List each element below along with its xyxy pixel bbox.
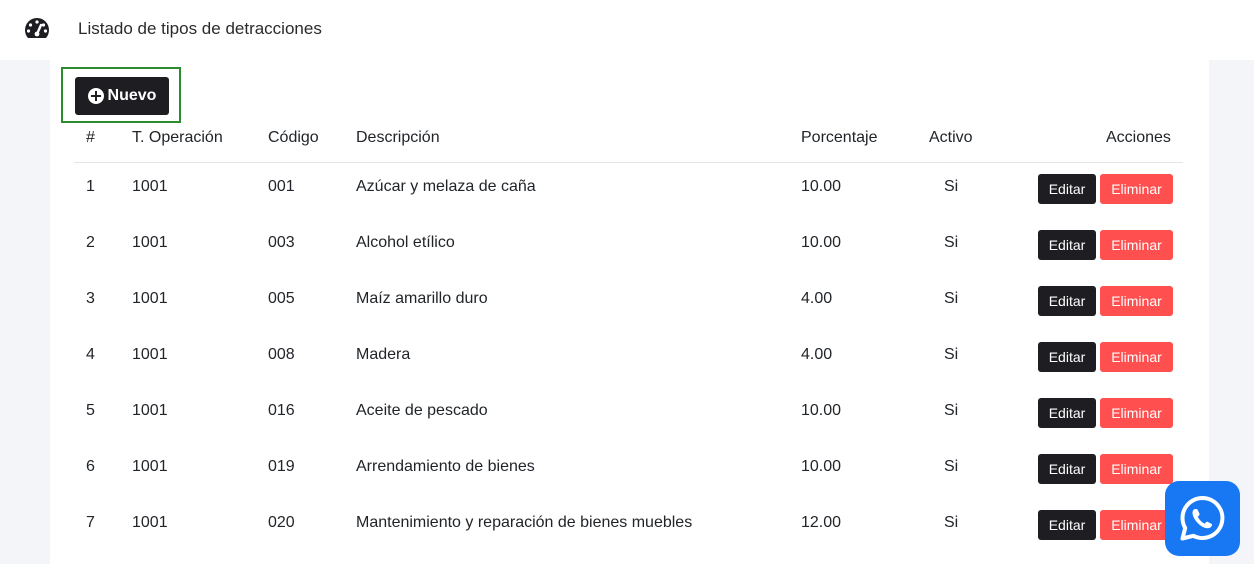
top-bar: Listado de tipos de detracciones [0, 0, 1254, 60]
column-header-operation-type: T. Operación [132, 129, 223, 146]
row-percentage: 4.00 [801, 346, 833, 363]
column-header-number: # [86, 129, 95, 146]
row-percentage: 12.00 [801, 514, 842, 531]
edit-button[interactable]: Editar [1038, 342, 1096, 372]
row-number: 7 [86, 514, 95, 531]
row-number: 3 [86, 290, 95, 307]
row-description: Alcohol etílico [356, 234, 455, 251]
delete-button[interactable]: Eliminar [1100, 342, 1173, 372]
column-header-active: Activo [929, 129, 973, 146]
row-operation-type: 1001 [132, 234, 168, 251]
column-header-percentage: Porcentaje [801, 129, 878, 146]
row-number: 4 [86, 346, 95, 363]
row-active: Si [944, 290, 959, 307]
row-operation-type: 1001 [132, 402, 168, 419]
delete-button[interactable]: Eliminar [1100, 174, 1173, 204]
delete-button[interactable]: Eliminar [1100, 230, 1173, 260]
column-header-description: Descripción [356, 129, 440, 146]
row-number: 5 [86, 402, 95, 419]
row-active: Si [944, 458, 959, 475]
delete-button[interactable]: Eliminar [1100, 286, 1173, 316]
delete-button[interactable]: Eliminar [1100, 454, 1173, 484]
row-description: Maíz amarillo duro [356, 290, 488, 307]
row-code: 003 [268, 234, 295, 251]
row-description: Mantenimiento y reparación de bienes mue… [356, 514, 693, 531]
row-percentage: 10.00 [801, 402, 842, 419]
plus-circle-icon [87, 88, 104, 104]
row-description: Madera [356, 346, 411, 363]
edit-button[interactable]: Editar [1038, 174, 1096, 204]
row-percentage: 10.00 [801, 234, 842, 251]
row-active: Si [944, 234, 959, 251]
row-code: 020 [268, 514, 295, 531]
page-title: Listado de tipos de detracciones [78, 19, 322, 38]
row-code: 008 [268, 346, 295, 363]
row-operation-type: 1001 [132, 346, 168, 363]
edit-button[interactable]: Editar [1038, 454, 1096, 484]
row-code: 001 [268, 178, 295, 195]
row-description: Arrendamiento de bienes [356, 458, 535, 475]
row-active: Si [944, 178, 959, 195]
row-percentage: 10.00 [801, 178, 842, 195]
column-header-actions: Acciones [1106, 129, 1171, 146]
delete-button[interactable]: Eliminar [1100, 510, 1173, 540]
row-number: 6 [86, 458, 95, 475]
row-active: Si [944, 346, 959, 363]
row-operation-type: 1001 [132, 514, 168, 531]
row-operation-type: 1001 [132, 290, 168, 307]
row-description: Azúcar y melaza de caña [356, 178, 536, 195]
row-code: 005 [268, 290, 295, 307]
row-percentage: 4.00 [801, 290, 833, 307]
new-button[interactable]: Nuevo [75, 77, 169, 115]
edit-button[interactable]: Editar [1038, 230, 1096, 260]
edit-button[interactable]: Editar [1038, 286, 1096, 316]
row-operation-type: 1001 [132, 458, 168, 475]
row-operation-type: 1001 [132, 178, 168, 195]
dashboard-gauge-icon [24, 18, 50, 38]
row-active: Si [944, 402, 959, 419]
row-description: Aceite de pescado [356, 402, 488, 419]
row-number: 2 [86, 234, 95, 251]
content-card [50, 60, 1209, 564]
edit-button[interactable]: Editar [1038, 510, 1096, 540]
row-active: Si [944, 514, 959, 531]
column-header-code: Código [268, 129, 319, 146]
whatsapp-button[interactable] [1165, 481, 1240, 556]
whatsapp-icon [1180, 496, 1225, 541]
delete-button[interactable]: Eliminar [1100, 398, 1173, 428]
row-percentage: 10.00 [801, 458, 842, 475]
row-number: 1 [86, 178, 95, 195]
edit-button[interactable]: Editar [1038, 398, 1096, 428]
row-code: 016 [268, 402, 295, 419]
new-button-label: Nuevo [107, 87, 157, 104]
row-code: 019 [268, 458, 295, 475]
header-divider [74, 162, 1183, 163]
